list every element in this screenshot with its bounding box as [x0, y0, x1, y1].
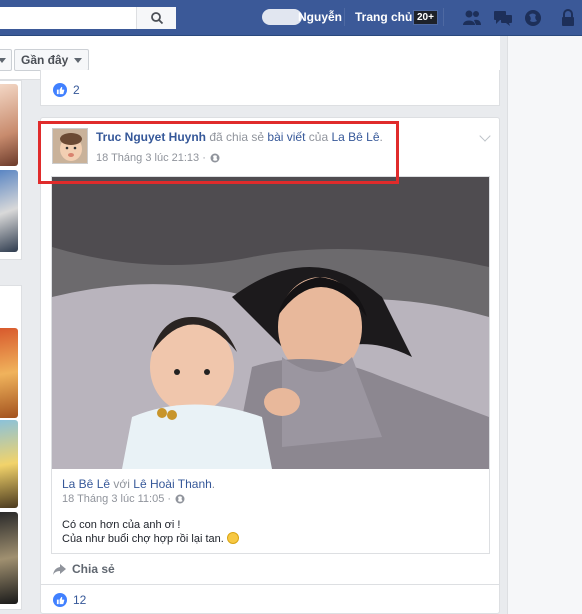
thumbnail-image[interactable] [0, 512, 18, 604]
thumbnail-image[interactable] [0, 420, 18, 508]
recent-dropdown[interactable]: Gần đây [14, 49, 90, 71]
with-text: với [113, 477, 130, 491]
divider [344, 8, 345, 26]
top-navigation-bar: Nguyễn Trang chủ 20+ [0, 0, 582, 36]
home-link[interactable]: Trang chủ [355, 10, 412, 24]
recent-dropdown-label: Gần đây [21, 53, 69, 67]
messages-icon[interactable] [493, 9, 513, 27]
profile-avatar-redacted[interactable] [262, 9, 302, 25]
share-label: Chia sẻ [72, 562, 115, 576]
like-count-row[interactable]: 2 [53, 83, 80, 97]
tagged-person-link[interactable]: Lê Hoài Thanh [133, 477, 212, 491]
divider [41, 584, 499, 585]
like-thumb-icon [53, 593, 67, 607]
smiley-emoji-icon [226, 532, 239, 544]
shared-photo[interactable] [52, 177, 489, 469]
shared-post-meta: 18 Tháng 3 lúc 11:05 · [62, 493, 185, 505]
feed-post: Truc Nguyet Huynh đã chia sẻ bài viết củ… [40, 117, 500, 614]
thumbnail-image[interactable] [0, 328, 18, 418]
globe-privacy-icon[interactable] [175, 494, 185, 504]
like-thumb-icon [53, 83, 67, 97]
like-count: 12 [73, 593, 87, 607]
shared-post-text: Có con hơn của anh ơi ! Của như buổi chợ… [62, 518, 239, 546]
friend-requests-icon[interactable] [462, 9, 482, 27]
search-icon [150, 12, 163, 25]
settings-lock-icon[interactable] [560, 9, 576, 27]
thumbnail-image[interactable] [0, 170, 18, 252]
shared-post-timestamp[interactable]: 18 Tháng 3 lúc 11:05 · [62, 493, 171, 505]
shared-post-header: La Bê Lê với Lê Hoài Thanh. [62, 477, 215, 491]
like-count-row[interactable]: 12 [53, 593, 86, 607]
post-options-chevron-icon[interactable] [479, 130, 491, 142]
shared-text-line-2: Của như buổi chợ hợp rồi lại tan. [62, 533, 224, 545]
highlight-annotation-box [38, 121, 399, 184]
like-count: 2 [73, 83, 80, 97]
right-sidebar [507, 36, 582, 614]
notifications-globe-icon[interactable] [524, 9, 542, 27]
shared-text-line-1: Có con hơn của anh ơi ! [62, 519, 181, 531]
share-button[interactable]: Chia sẻ [53, 562, 115, 576]
shared-header-period: . [211, 477, 216, 491]
shared-post-card: La Bê Lê với Lê Hoài Thanh. 18 Tháng 3 l… [51, 176, 490, 554]
shared-author-link[interactable]: La Bê Lê [62, 477, 110, 491]
previous-post-footer: 2 [40, 70, 500, 106]
share-arrow-icon [53, 563, 66, 575]
filter-dropdown-previous[interactable] [0, 49, 12, 71]
thumbnail-image[interactable] [0, 84, 18, 166]
divider [443, 8, 444, 26]
profile-name-link[interactable]: Nguyễn [298, 10, 342, 24]
chevron-down-icon [0, 57, 6, 63]
chevron-down-icon [74, 57, 83, 63]
home-badge: 20+ [413, 10, 438, 25]
search-button[interactable] [136, 7, 176, 29]
search-input[interactable] [0, 7, 176, 29]
